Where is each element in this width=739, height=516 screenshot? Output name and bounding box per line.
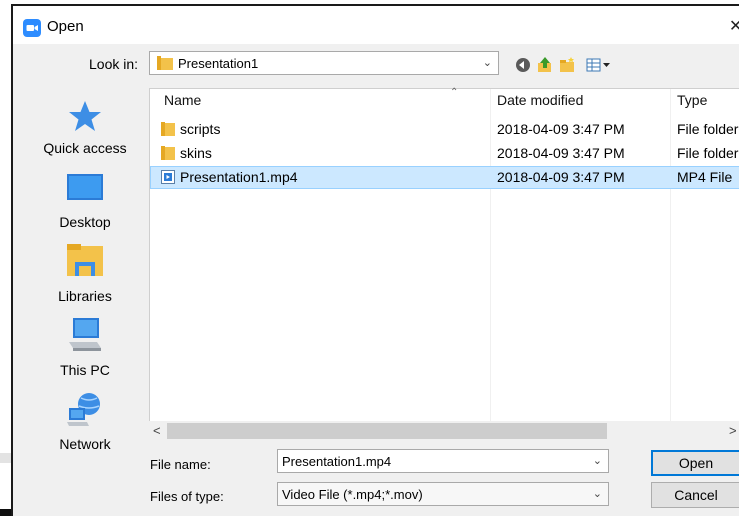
desktop-icon <box>67 174 103 200</box>
file-date: 2018-04-09 3:47 PM <box>497 169 625 185</box>
list-item[interactable]: scripts 2018-04-09 3:47 PM File folder <box>150 118 739 141</box>
look-in-value: Presentation1 <box>178 56 259 71</box>
sort-ascending-icon: ⌃ <box>450 87 459 98</box>
folder-icon <box>157 56 173 70</box>
place-label: Quick access <box>43 140 127 156</box>
chevron-down-icon[interactable]: ⌄ <box>593 487 602 500</box>
look-in-dropdown[interactable]: Presentation1 ⌄ <box>149 51 499 75</box>
computer-icon <box>69 318 101 351</box>
file-name-input[interactable]: Presentation1.mp4 ⌄ <box>277 449 609 473</box>
video-file-icon <box>161 170 175 184</box>
cancel-button[interactable]: Cancel <box>651 482 739 508</box>
up-folder-icon[interactable] <box>537 57 553 73</box>
scrollbar-thumb[interactable] <box>167 423 607 439</box>
place-label: This PC <box>60 362 110 378</box>
file-type-label: Files of type: <box>150 489 224 504</box>
place-label: Libraries <box>58 288 112 304</box>
window-title: Open <box>47 18 84 35</box>
place-this-pc[interactable]: This PC <box>21 312 149 382</box>
place-network[interactable]: Network <box>21 386 149 456</box>
place-desktop[interactable]: Desktop <box>21 164 149 234</box>
file-name: skins <box>180 145 212 161</box>
file-type-value: Video File (*.mp4;*.mov) <box>282 487 423 502</box>
view-menu-icon[interactable] <box>586 57 612 73</box>
background-strip <box>0 453 11 463</box>
file-date: 2018-04-09 3:47 PM <box>497 121 625 137</box>
horizontal-scrollbar[interactable]: < > <box>149 421 739 441</box>
place-libraries[interactable]: Libraries <box>21 238 149 308</box>
app-icon <box>23 19 41 37</box>
scroll-right-icon[interactable]: > <box>729 423 737 438</box>
file-name: Presentation1.mp4 <box>180 169 298 185</box>
network-icon <box>67 393 100 426</box>
place-label: Network <box>59 436 111 452</box>
open-dialog: Open ✕ Look in: Presentation1 ⌄ <box>11 4 739 516</box>
libraries-icon <box>67 244 103 276</box>
title-bar: Open ✕ <box>13 6 739 44</box>
folder-icon <box>161 122 175 136</box>
folder-icon <box>161 146 175 160</box>
place-label: Desktop <box>59 214 111 230</box>
column-header-name[interactable]: Name <box>164 92 201 108</box>
file-name-label: File name: <box>150 457 211 472</box>
file-type: File folder <box>677 145 739 161</box>
file-date: 2018-04-09 3:47 PM <box>497 145 625 161</box>
chevron-down-icon[interactable]: ⌄ <box>483 56 492 69</box>
file-name-value: Presentation1.mp4 <box>282 454 392 469</box>
scroll-left-icon[interactable]: < <box>153 423 161 438</box>
file-list: ⌃ Name Date modified Type scripts 2018-0… <box>149 87 739 422</box>
look-in-label: Look in: <box>89 56 139 72</box>
place-quick-access[interactable]: Quick access <box>21 88 149 160</box>
star-icon <box>69 101 101 131</box>
new-folder-icon[interactable] <box>559 57 575 73</box>
column-header-type[interactable]: Type <box>677 92 707 108</box>
open-button[interactable]: Open <box>651 450 739 476</box>
places-bar: Quick access Desktop Libraries This PC N… <box>21 88 149 463</box>
file-name: scripts <box>180 121 221 137</box>
file-type-dropdown[interactable]: Video File (*.mp4;*.mov) ⌄ <box>277 482 609 506</box>
file-type: MP4 File <box>677 169 733 185</box>
close-icon[interactable]: ✕ <box>729 16 739 36</box>
column-header-date-modified[interactable]: Date modified <box>497 92 583 108</box>
back-icon[interactable] <box>515 57 531 73</box>
list-item-selected[interactable]: Presentation1.mp4 2018-04-09 3:47 PM MP4… <box>150 166 739 189</box>
file-type: File folder <box>677 121 739 137</box>
list-item[interactable]: skins 2018-04-09 3:47 PM File folder <box>150 142 739 165</box>
chevron-down-icon[interactable]: ⌄ <box>593 454 602 467</box>
